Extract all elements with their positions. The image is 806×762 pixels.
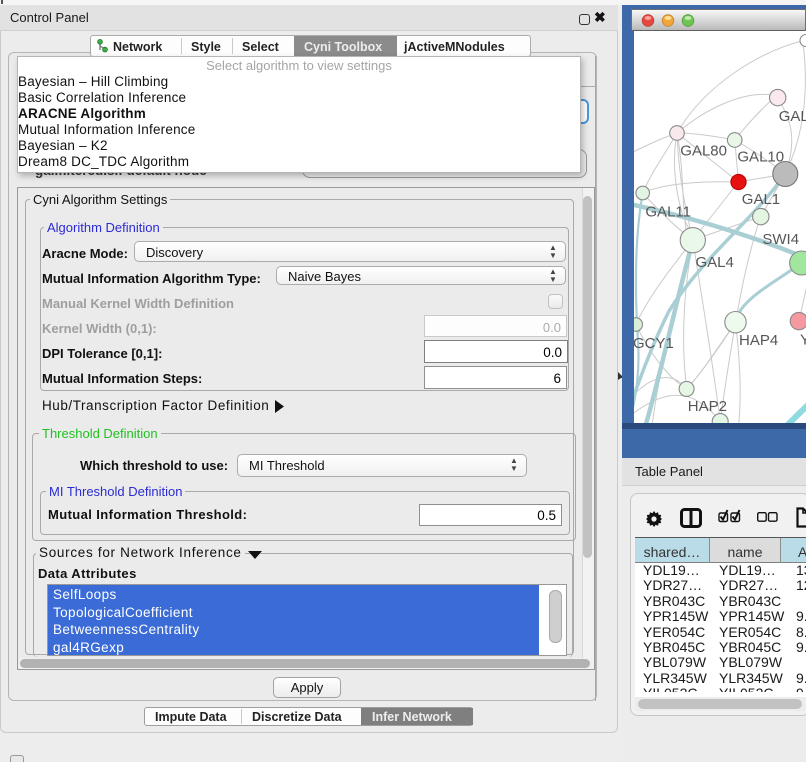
svg-text:GAL7: GAL7 (779, 108, 806, 125)
svg-text:GAL10: GAL10 (737, 149, 784, 166)
svg-text:GAL11: GAL11 (645, 204, 691, 221)
svg-text:GAL1: GAL1 (742, 191, 780, 208)
svg-text:YM: YM (800, 332, 806, 349)
svg-text:HAP2: HAP2 (688, 398, 727, 415)
svg-text:GAL80: GAL80 (680, 143, 727, 160)
svg-text:GCY1: GCY1 (634, 335, 674, 352)
svg-text:HAP4: HAP4 (739, 332, 778, 349)
svg-text:GAL4: GAL4 (696, 254, 734, 271)
svg-text:SWI4: SWI4 (762, 231, 799, 248)
